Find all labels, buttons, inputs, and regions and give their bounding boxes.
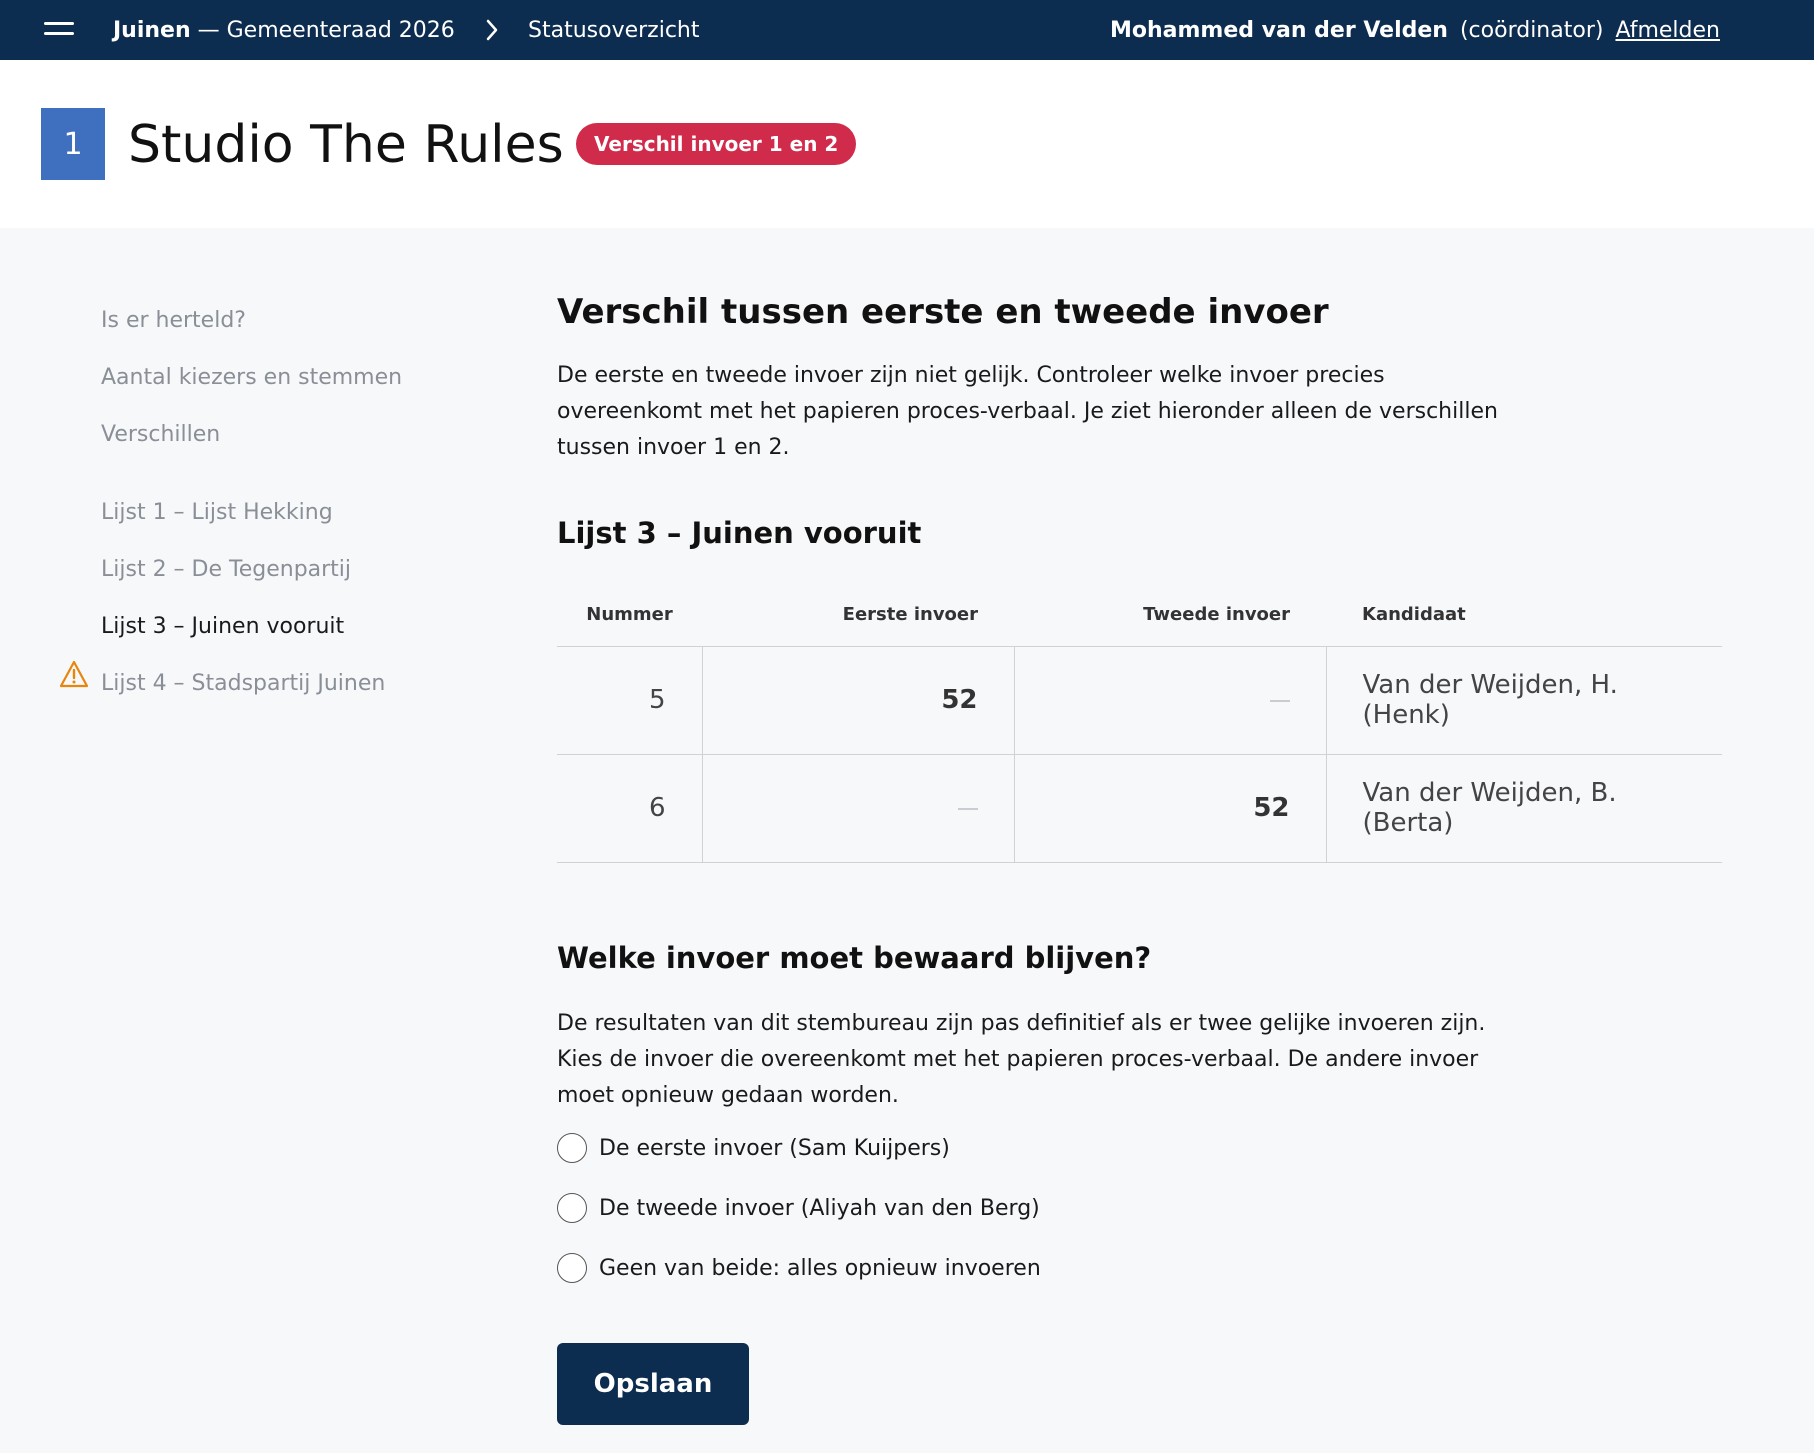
page-title: Studio The Rules — [128, 115, 564, 175]
column-header-number: Nummer — [557, 584, 702, 647]
election-place: Juinen — [113, 17, 191, 43]
station-number-badge: 1 — [41, 108, 105, 180]
intro-text: De eerste en tweede invoer zijn niet gel… — [557, 363, 1498, 460]
logout-link[interactable]: Afmelden — [1615, 18, 1720, 43]
sidebar-item-list-2[interactable]: Lijst 2 – De Tegenpartij — [101, 557, 351, 582]
first-entry-value — [702, 754, 1015, 863]
second-entry-value — [1014, 646, 1327, 755]
column-header-second-entry: Tweede invoer — [1014, 584, 1326, 647]
sidebar-item-voters-and-votes[interactable]: Aantal kiezers en stemmen — [101, 365, 402, 390]
first-entry-value: 52 — [702, 646, 1015, 755]
radio-option-second-entry[interactable]: De tweede invoer (Aliyah van den Berg) — [557, 1192, 1040, 1224]
chevron-right-icon — [482, 0, 502, 60]
hamburger-menu-icon[interactable] — [44, 16, 74, 42]
sidebar-item-recount[interactable]: Is er herteld? — [101, 308, 246, 333]
second-entry-value: 52 — [1014, 754, 1327, 863]
sidebar-item-list-1[interactable]: Lijst 1 – Lijst Hekking — [101, 500, 333, 525]
empty-dash — [957, 807, 978, 810]
sidebar-item-list-4[interactable]: Lijst 4 – Stadspartij Juinen — [101, 671, 385, 696]
candidate-number: 5 — [557, 646, 703, 755]
page-header: 1 Studio The Rules Verschil invoer 1 en … — [0, 60, 1814, 228]
empty-dash — [1269, 699, 1290, 702]
top-navigation-bar: Juinen — Gemeenteraad 2026 Statusoverzic… — [0, 0, 1814, 60]
table-row: 6 52 Van der Weijden, B. (Berta) — [557, 754, 1722, 863]
candidate-name: Van der Weijden, H. (Henk) — [1326, 646, 1722, 755]
save-button[interactable]: Opslaan — [557, 1343, 749, 1425]
candidate-number: 6 — [557, 754, 703, 863]
radio-label: De tweede invoer (Aliyah van den Berg) — [599, 1195, 1040, 1221]
user-name: Mohammed van der Velden — [1109, 17, 1448, 43]
user-role: (coördinator) — [1459, 17, 1604, 43]
candidate-name: Van der Weijden, B. (Berta) — [1326, 754, 1722, 863]
table-row: 5 52 Van der Weijden, H. (Henk) — [557, 646, 1722, 755]
column-header-first-entry: Eerste invoer — [702, 584, 1014, 647]
radio-label: De eerste invoer (Sam Kuijpers) — [599, 1135, 950, 1161]
radio-label: Geen van beide: alles opnieuw invoeren — [599, 1255, 1041, 1281]
table-header-row: Nummer Eerste invoer Tweede invoer Kandi… — [557, 584, 1722, 647]
radio-option-neither[interactable]: Geen van beide: alles opnieuw invoeren — [557, 1252, 1041, 1284]
radio-button[interactable] — [557, 1193, 587, 1223]
radio-button[interactable] — [557, 1133, 587, 1163]
radio-option-first-entry[interactable]: De eerste invoer (Sam Kuijpers) — [557, 1132, 950, 1164]
breadcrumb-election[interactable]: Juinen — Gemeenteraad 2026 — [113, 0, 455, 60]
section-title: Verschil tussen eerste en tweede invoer — [557, 292, 1329, 332]
election-name: — Gemeenteraad 2026 — [197, 17, 455, 43]
sidebar-item-list-3[interactable]: Lijst 3 – Juinen vooruit — [101, 614, 344, 639]
user-area: Mohammed van der Velden (coördinator) Af… — [1110, 0, 1720, 60]
list-title: Lijst 3 – Juinen vooruit — [557, 516, 922, 550]
sidebar-item-differences[interactable]: Verschillen — [101, 422, 220, 447]
choice-intro-text: De resultaten van dit stembureau zijn pa… — [557, 1011, 1486, 1108]
status-badge: Verschil invoer 1 en 2 — [576, 123, 857, 165]
choice-title: Welke invoer moet bewaard blijven? — [557, 941, 1152, 975]
breadcrumb-current-page[interactable]: Statusoverzicht — [528, 0, 700, 60]
warning-icon — [59, 660, 89, 688]
radio-button[interactable] — [557, 1253, 587, 1283]
column-header-candidate: Kandidaat — [1326, 584, 1722, 647]
differences-table: Nummer Eerste invoer Tweede invoer Kandi… — [557, 584, 1722, 863]
